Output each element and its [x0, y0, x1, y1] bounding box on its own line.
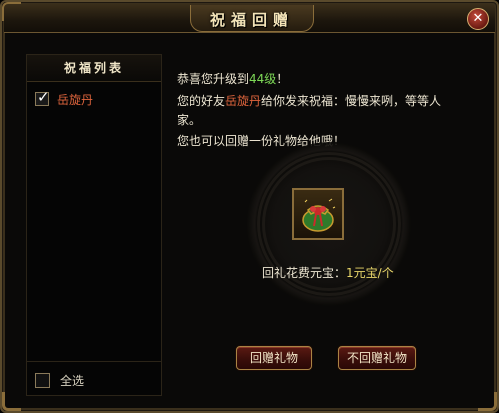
- friend-name: 岳旋丹: [225, 94, 262, 108]
- select-all-label: 全选: [60, 374, 85, 388]
- level-value: 44级: [249, 72, 277, 86]
- blessing-list-panel: 祝福列表 ✓ 岳旋丹 全选: [26, 54, 162, 396]
- gift-return-dialog: 祝福回赠 ✕ 祝福列表 ✓ 岳旋丹 全选 恭喜您升级到44级！ 您的好友岳旋丹给…: [0, 0, 499, 413]
- blessing-list-header: 祝福列表: [27, 55, 161, 82]
- title-plaque: 祝福回赠: [190, 5, 314, 32]
- gift-item-slot[interactable]: [292, 188, 344, 240]
- decline-gift-button[interactable]: 不回赠礼物: [338, 346, 416, 370]
- lucky-bag-icon: [299, 196, 337, 232]
- gift-cost-label: 回礼花费元宝：: [262, 266, 347, 280]
- close-icon: ✕: [472, 11, 484, 26]
- divider: [27, 361, 161, 362]
- message-line-2: 您的好友岳旋丹给你发来祝福：慢慢来咧，等等人: [177, 92, 441, 109]
- message-text: 您的好友: [177, 94, 226, 108]
- message-text: ！: [276, 72, 289, 86]
- frame-corner: [2, 392, 21, 411]
- message-line-1: 恭喜您升级到44级！: [177, 70, 288, 87]
- window-title: 祝福回赠: [209, 11, 294, 29]
- message-text: 给你发来祝福：慢慢来咧，等等人: [261, 94, 442, 108]
- gift-cost: 回礼花费元宝：1元宝/个: [262, 264, 394, 281]
- list-item-checkbox[interactable]: ✓: [35, 88, 50, 106]
- title-bar[interactable]: 祝福回赠 ✕: [4, 4, 495, 33]
- list-item[interactable]: ✓ 岳旋丹: [35, 88, 94, 109]
- select-all[interactable]: 全选: [35, 372, 84, 389]
- checkmark-icon: ✓: [37, 88, 50, 106]
- return-gift-button[interactable]: 回赠礼物: [236, 346, 312, 370]
- gift-cost-value: 1元宝/个: [346, 266, 394, 280]
- frame-corner: [478, 392, 497, 411]
- message-line-3: 家。: [177, 113, 202, 127]
- list-item-label: 岳旋丹: [57, 92, 94, 107]
- message-text: 恭喜您升级到: [177, 72, 250, 86]
- close-button[interactable]: ✕: [467, 8, 489, 30]
- select-all-checkbox[interactable]: [35, 373, 50, 388]
